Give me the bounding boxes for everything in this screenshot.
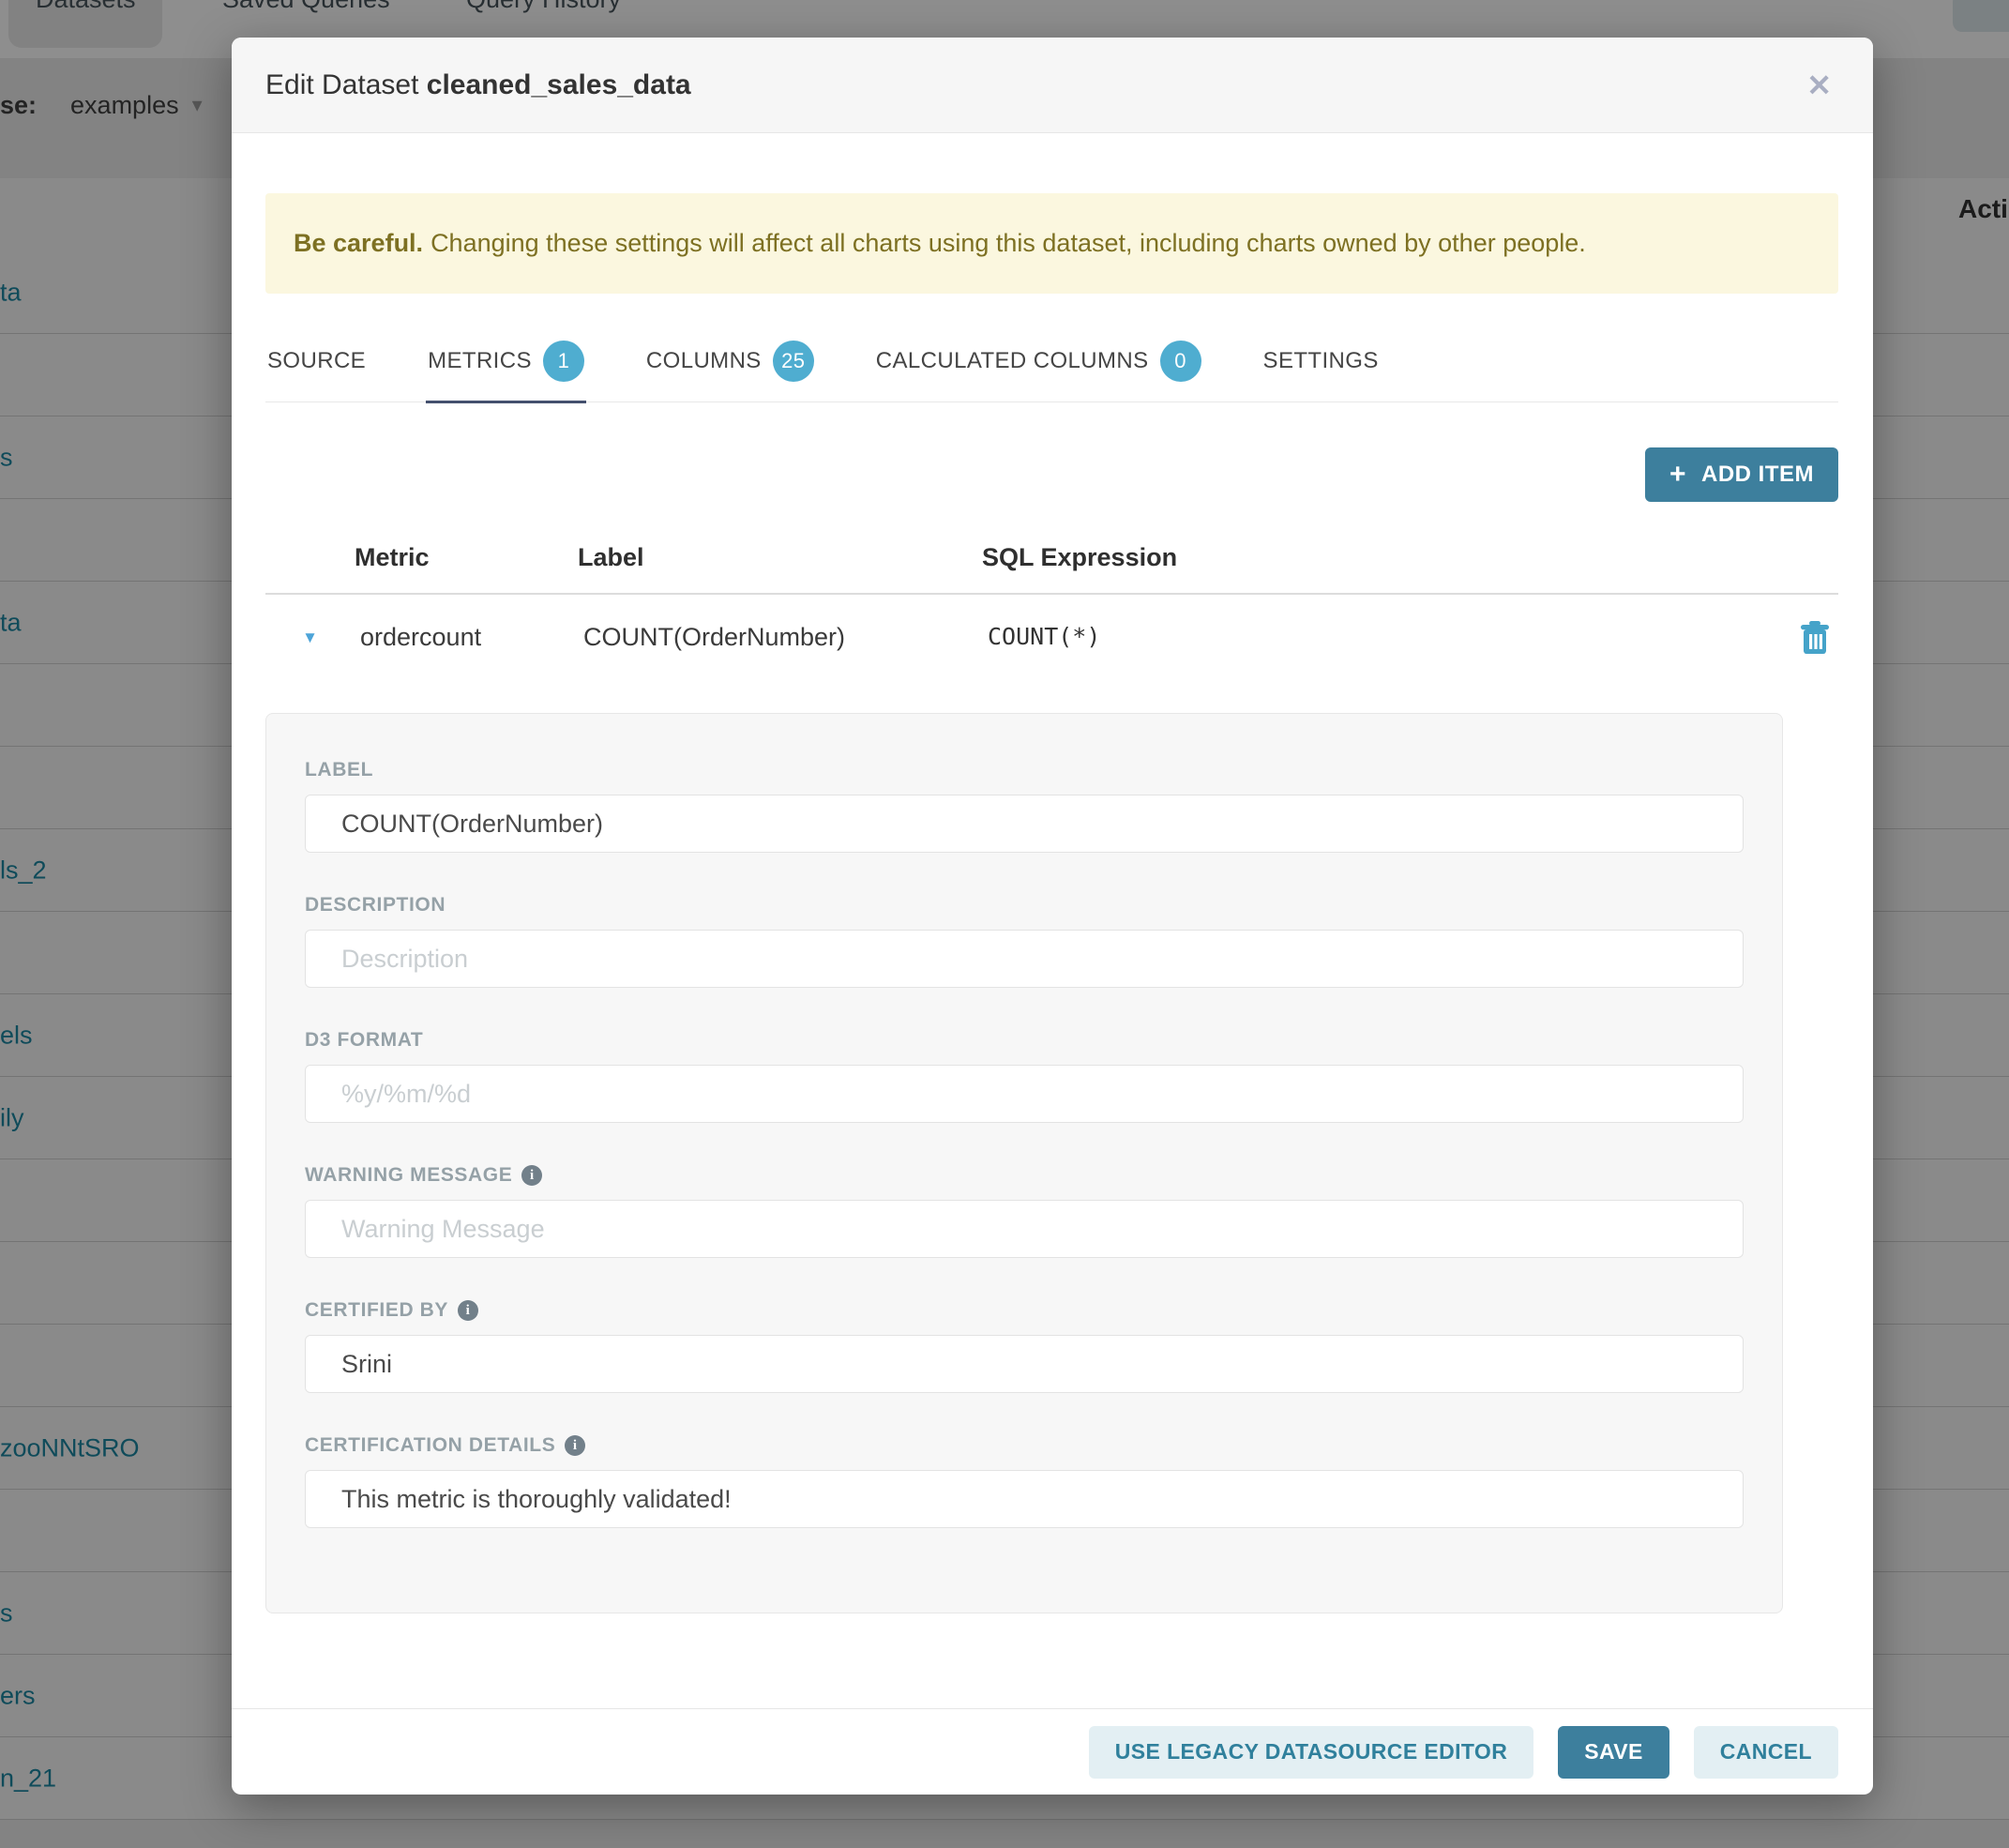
- use-legacy-datasource-editor-button[interactable]: USE LEGACY DATASOURCE EDITOR: [1089, 1726, 1533, 1779]
- certified-by-field: CERTIFIED BY i: [305, 1299, 1744, 1393]
- info-icon: i: [521, 1165, 542, 1186]
- d3-format-input[interactable]: [305, 1065, 1744, 1123]
- info-icon: i: [458, 1300, 478, 1321]
- tab-columns[interactable]: COLUMNS 25: [644, 337, 816, 403]
- columns-count-badge: 25: [773, 341, 814, 382]
- modal-header: Edit Dataset cleaned_sales_data ✕: [232, 38, 1873, 133]
- metric-sql-expression: COUNT(*): [982, 623, 1791, 650]
- tab-source-label: SOURCE: [267, 348, 366, 374]
- modal-footer: USE LEGACY DATASOURCE EDITOR SAVE CANCEL: [232, 1708, 1873, 1795]
- metric-name: ordercount: [355, 623, 578, 652]
- add-item-label: ADD ITEM: [1701, 462, 1814, 488]
- warning-message-input[interactable]: [305, 1200, 1744, 1258]
- description-field: DESCRIPTION: [305, 894, 1744, 988]
- tab-source[interactable]: SOURCE: [265, 337, 368, 403]
- close-icon[interactable]: ✕: [1799, 65, 1839, 106]
- certified-by-input[interactable]: [305, 1335, 1744, 1393]
- add-item-button[interactable]: + ADD ITEM: [1645, 447, 1838, 502]
- warning-message-field-label: WARNING MESSAGE i: [305, 1164, 1744, 1187]
- edit-dataset-modal: Edit Dataset cleaned_sales_data ✕ Be car…: [232, 38, 1873, 1795]
- tab-settings-label: SETTINGS: [1263, 348, 1379, 374]
- modal-body: Be careful.Changing these settings will …: [232, 133, 1873, 1708]
- metric-column-header: Metric: [355, 543, 578, 572]
- save-button[interactable]: SAVE: [1558, 1726, 1669, 1779]
- calculated-columns-count-badge: 0: [1160, 341, 1201, 382]
- certification-details-field-label: CERTIFICATION DETAILS i: [305, 1434, 1744, 1457]
- delete-metric-button[interactable]: [1791, 619, 1838, 659]
- plus-icon: +: [1669, 461, 1686, 489]
- modal-title-prefix: Edit Dataset: [265, 69, 427, 100]
- metrics-count-badge: 1: [543, 341, 584, 382]
- certification-details-input[interactable]: [305, 1470, 1744, 1528]
- collapse-caret-icon[interactable]: ▼: [265, 623, 355, 647]
- warning-message-field: WARNING MESSAGE i: [305, 1164, 1744, 1258]
- warning-banner: Be careful.Changing these settings will …: [265, 193, 1838, 294]
- trash-icon: [1798, 619, 1832, 657]
- label-field-label: LABEL: [305, 759, 1744, 781]
- cancel-button[interactable]: CANCEL: [1694, 1726, 1838, 1779]
- tab-columns-label: COLUMNS: [646, 348, 762, 374]
- metric-label: COUNT(OrderNumber): [578, 623, 982, 652]
- warning-banner-bold: Be careful.: [294, 229, 423, 257]
- metric-detail-panel: LABEL DESCRIPTION D3 FORMAT WARNING MESS…: [265, 713, 1783, 1613]
- warning-banner-text: Changing these settings will affect all …: [430, 229, 1586, 257]
- dataset-editor-tabs: SOURCE METRICS 1 COLUMNS 25 CALCULATED C…: [265, 337, 1838, 402]
- certification-details-field: CERTIFICATION DETAILS i: [305, 1434, 1744, 1528]
- metrics-table-header: Metric Label SQL Expression: [265, 543, 1838, 595]
- label-input[interactable]: [305, 795, 1744, 853]
- tab-metrics-label: METRICS: [428, 348, 532, 374]
- add-item-row: + ADD ITEM: [265, 447, 1838, 502]
- certified-by-field-label: CERTIFIED BY i: [305, 1299, 1744, 1322]
- label-field: LABEL: [305, 759, 1744, 853]
- label-column-header: Label: [578, 543, 982, 572]
- description-field-label: DESCRIPTION: [305, 894, 1744, 916]
- tab-metrics[interactable]: METRICS 1: [426, 337, 586, 403]
- tab-calculated-columns[interactable]: CALCULATED COLUMNS 0: [874, 337, 1203, 403]
- d3-format-field: D3 FORMAT: [305, 1029, 1744, 1123]
- metric-row-ordercount: ▼ ordercount COUNT(OrderNumber) COUNT(*): [265, 595, 1838, 713]
- d3-format-field-label: D3 FORMAT: [305, 1029, 1744, 1052]
- modal-title: Edit Dataset cleaned_sales_data: [265, 69, 691, 101]
- description-input[interactable]: [305, 930, 1744, 988]
- tab-calculated-columns-label: CALCULATED COLUMNS: [876, 348, 1149, 374]
- modal-title-dataset-name: cleaned_sales_data: [427, 69, 691, 100]
- sql-expression-column-header: SQL Expression: [982, 543, 1791, 572]
- info-icon: i: [565, 1435, 585, 1456]
- tab-settings[interactable]: SETTINGS: [1261, 337, 1381, 403]
